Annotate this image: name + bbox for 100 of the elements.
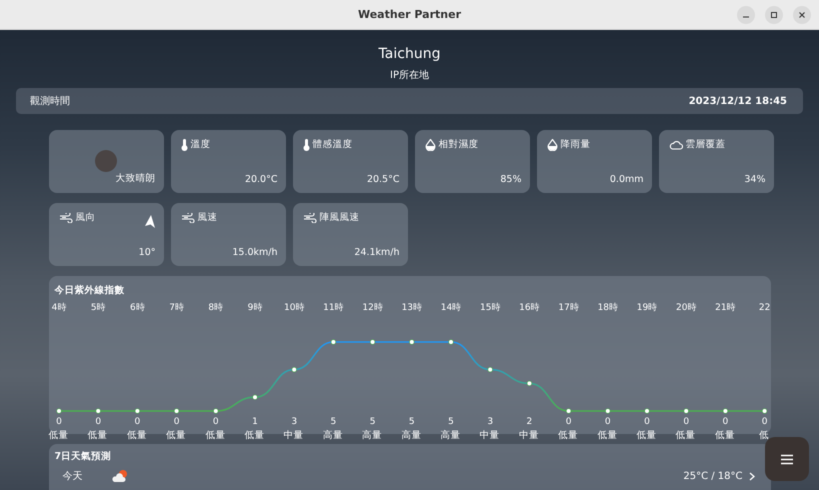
temperature-range: 25°C / 18°C — [683, 470, 742, 482]
hour-label: 9時 — [247, 303, 262, 313]
hour-label: 6時 — [130, 303, 144, 313]
data-point — [212, 408, 218, 414]
thermometer-icon — [302, 138, 310, 150]
hour-label: 18時 — [597, 303, 618, 313]
uv-level-label: 低量 — [714, 429, 735, 442]
metric-value: 20.0°C — [244, 174, 278, 185]
metric-value: 0.0mm — [610, 174, 644, 185]
uv-value-label: 0 — [173, 417, 179, 427]
hour-label: 21時 — [714, 303, 736, 313]
maximize-button[interactable] — [765, 6, 783, 24]
forecast-title: 7日天氣預測 — [54, 450, 112, 463]
location-source: IP所在地 — [390, 68, 429, 82]
data-point — [604, 408, 610, 414]
uv-value-label: 5 — [330, 417, 336, 427]
data-point — [95, 408, 100, 414]
metric-label: 降雨量 — [560, 138, 590, 151]
metric-label: 體感溫度 — [312, 138, 352, 151]
data-point — [291, 367, 296, 372]
uv-level-label: 低量 — [676, 429, 696, 442]
uv-value-label: 5 — [448, 417, 454, 427]
uv-level-label: 低量 — [244, 429, 264, 442]
hour-label: 12時 — [362, 303, 382, 313]
metric-value: 20.5°C — [366, 174, 400, 185]
hour-label: 5時 — [90, 303, 106, 313]
metric-label: 陣風風速 — [320, 211, 360, 224]
uv-level-label: 高量 — [362, 429, 382, 442]
uv-value-label: 0 — [682, 417, 689, 427]
hour-label: 8時 — [208, 303, 223, 313]
data-point — [252, 394, 258, 400]
metric-value: 34% — [744, 174, 766, 185]
metric-label: 相對濕度 — [438, 138, 478, 151]
hour-label: 22 — [758, 303, 770, 313]
uv-value-label: 0 — [761, 417, 767, 427]
city-name: Taichung — [378, 46, 440, 62]
uv-value-label: 0 — [212, 417, 218, 427]
uv-value-label: 2 — [526, 417, 532, 427]
hour-label: 17時 — [558, 303, 578, 313]
wind-icon — [302, 212, 316, 222]
data-point — [683, 408, 688, 414]
drop-icon — [424, 138, 436, 150]
hour-label: 11時 — [322, 303, 344, 313]
uv-value-label: 3 — [486, 417, 493, 427]
data-point — [56, 408, 62, 414]
uv-level-label: 中量 — [284, 429, 304, 442]
uv-value-label: 1 — [252, 417, 258, 427]
data-point — [526, 380, 532, 386]
uv-level-label: 低量 — [126, 429, 147, 442]
metric-value: 24.1km/h — [354, 247, 400, 258]
data-point — [408, 339, 414, 345]
uv-level-label: 低 — [758, 429, 770, 442]
data-point — [722, 408, 728, 414]
direction-arrow-icon — [144, 215, 154, 228]
uv-level-label: 低量 — [205, 429, 226, 442]
hour-label: 16時 — [518, 303, 540, 313]
day-label: 今天 — [62, 470, 82, 483]
data-point — [487, 367, 492, 372]
hour-label: 4時 — [51, 303, 66, 313]
window-title: Weather Partner — [358, 8, 462, 21]
condition-text: 大致晴朗 — [116, 172, 156, 185]
uv-value-label: 0 — [56, 417, 62, 427]
hour-label: 15時 — [479, 303, 500, 313]
cloud-icon — [668, 140, 682, 150]
hour-label: 7時 — [168, 303, 184, 313]
uv-level-label: 高量 — [440, 429, 460, 442]
uv-value-label: 0 — [134, 417, 140, 427]
metric-value: 10° — [138, 247, 156, 258]
forecast-row[interactable]: 今天 25°C / 18°C — [54, 469, 764, 483]
metric-label: 風向 — [76, 211, 96, 224]
observation-time: 2023/12/12 18:45 — [688, 96, 787, 106]
drop-icon — [546, 138, 558, 150]
uv-level-label: 高量 — [322, 429, 343, 442]
moon-icon — [94, 150, 116, 172]
hour-label: 10時 — [283, 303, 304, 313]
thermometer-icon — [180, 138, 188, 150]
menu-icon — [780, 454, 794, 464]
metric-value: 15.0km/h — [232, 247, 278, 258]
uv-value-label: 0 — [565, 417, 571, 427]
wind-icon — [58, 212, 72, 222]
uv-level-label: 低量 — [597, 429, 618, 442]
metric-label: 溫度 — [190, 138, 210, 151]
chevron-right-icon — [748, 472, 754, 480]
uv-level-label: 低量 — [48, 429, 68, 442]
data-point — [762, 408, 767, 414]
uv-value-label: 0 — [604, 417, 610, 427]
hour-label: 19時 — [636, 303, 657, 313]
data-point — [448, 339, 454, 345]
close-button[interactable] — [793, 6, 811, 24]
uv-value-label: 0 — [94, 417, 101, 427]
data-point — [134, 408, 140, 414]
data-point — [330, 339, 336, 345]
uv-value-label: 3 — [290, 417, 297, 427]
cloud-sun-icon — [110, 469, 128, 483]
data-point — [566, 408, 571, 414]
close-icon — [798, 11, 806, 19]
hour-label: 14時 — [440, 303, 461, 313]
data-point — [174, 408, 179, 414]
uv-value-label: 0 — [722, 417, 728, 427]
uv-value-label: 0 — [644, 417, 650, 427]
